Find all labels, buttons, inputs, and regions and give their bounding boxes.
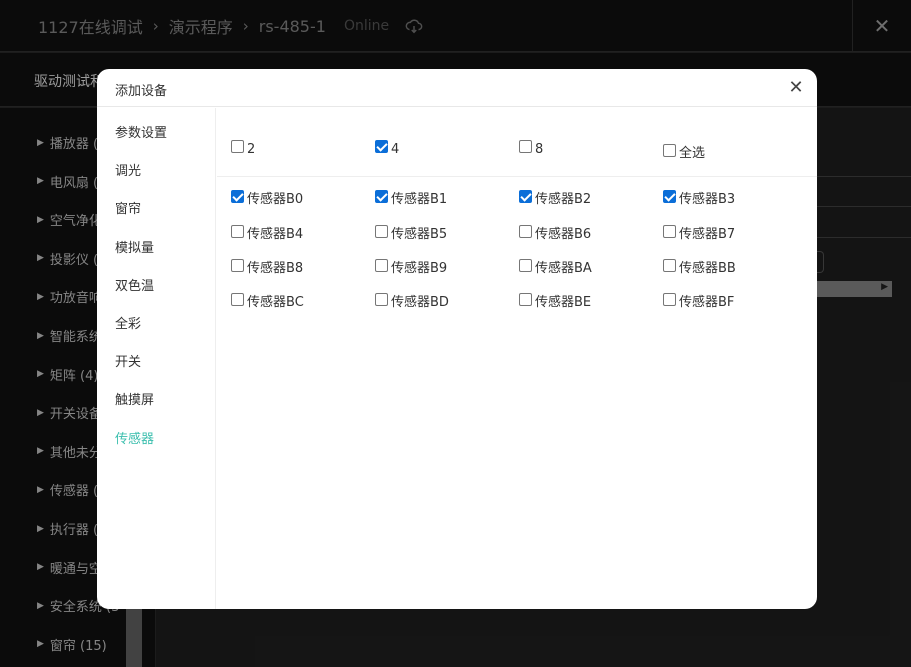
filter-checkbox[interactable]: 2 — [231, 138, 255, 157]
checkbox-label: 传感器B0 — [247, 192, 304, 207]
checkbox-label: 传感器BA — [535, 261, 592, 276]
sensor-checkbox[interactable]: 传感器B7 — [663, 219, 735, 242]
checkbox[interactable] — [663, 259, 676, 272]
dialog-nav: 参数设置调光窗帘模拟量双色温全彩开关触摸屏传感器 — [97, 108, 216, 609]
checkbox[interactable] — [663, 144, 676, 157]
sensor-checkbox[interactable]: 传感器B8 — [231, 253, 303, 276]
nav-item[interactable]: 触摸屏 — [115, 389, 154, 408]
checkbox-label: 4 — [391, 142, 400, 157]
dialog-content: 保存 248全选传感器B0传感器B1传感器B2传感器B3传感器B4传感器B5传感… — [217, 108, 817, 609]
checkbox-label: 传感器B7 — [679, 227, 736, 242]
sensor-checkbox[interactable]: 传感器B6 — [519, 219, 591, 242]
checkbox[interactable] — [519, 259, 532, 272]
checkbox[interactable] — [519, 140, 532, 153]
checkbox[interactable] — [375, 225, 388, 238]
sensor-checkbox[interactable]: 传感器B2 — [519, 184, 591, 207]
nav-item[interactable]: 传感器 — [115, 428, 154, 447]
sensor-checkbox[interactable]: 传感器B4 — [231, 219, 303, 242]
checkbox-label: 2 — [247, 142, 256, 157]
checkbox[interactable] — [375, 259, 388, 272]
checkbox-label: 传感器BB — [679, 261, 736, 276]
nav-item[interactable]: 开关 — [115, 351, 141, 370]
filter-checkbox[interactable]: 全选 — [663, 138, 705, 161]
checkbox-label: 传感器B6 — [535, 227, 592, 242]
checkbox[interactable] — [375, 293, 388, 306]
nav-item[interactable]: 调光 — [115, 160, 141, 179]
checkbox-label: 传感器B3 — [679, 192, 736, 207]
checkbox-label: 全选 — [679, 146, 706, 161]
sensor-checkbox[interactable]: 传感器BB — [663, 253, 736, 276]
checkbox-label: 传感器B9 — [391, 261, 448, 276]
checkbox[interactable] — [519, 190, 532, 203]
nav-item[interactable]: 参数设置 — [115, 122, 167, 141]
checkbox[interactable] — [231, 190, 244, 203]
checkbox-label: 传感器B8 — [247, 261, 304, 276]
checkbox-label: 传感器B2 — [535, 192, 592, 207]
dialog-title: 添加设备 — [115, 84, 168, 99]
checkbox-label: 传感器B4 — [247, 227, 304, 242]
checkbox[interactable] — [375, 140, 388, 153]
close-icon[interactable]: ✕ — [785, 77, 807, 99]
sensor-checkbox[interactable]: 传感器B0 — [231, 184, 303, 207]
sensor-checkbox[interactable]: 传感器BD — [375, 287, 449, 310]
sensor-checkbox[interactable]: 传感器BF — [663, 287, 734, 310]
checkbox[interactable] — [231, 259, 244, 272]
checkbox[interactable] — [231, 140, 244, 153]
sensor-checkbox[interactable]: 传感器BC — [231, 287, 304, 310]
checkbox-label: 传感器BD — [391, 295, 449, 310]
checkbox-label: 传感器B5 — [391, 227, 448, 242]
divider — [217, 176, 817, 177]
sensor-checkbox[interactable]: 传感器B9 — [375, 253, 447, 276]
checkbox-label: 传感器BE — [535, 295, 592, 310]
sensor-checkbox[interactable]: 传感器B1 — [375, 184, 447, 207]
filter-checkbox[interactable]: 4 — [375, 138, 399, 157]
nav-item[interactable]: 模拟量 — [115, 237, 154, 256]
checkbox-label: 8 — [535, 142, 544, 157]
checkbox[interactable] — [663, 225, 676, 238]
checkbox-label: 传感器BC — [247, 295, 304, 310]
sensor-checkbox[interactable]: 传感器BA — [519, 253, 592, 276]
sensor-checkbox[interactable]: 传感器B5 — [375, 219, 447, 242]
dialog-header: 添加设备 ✕ — [97, 69, 817, 107]
nav-item[interactable]: 窗帘 — [115, 198, 141, 217]
checkbox[interactable] — [231, 225, 244, 238]
nav-item[interactable]: 全彩 — [115, 313, 141, 332]
checkbox-label: 传感器BF — [679, 295, 735, 310]
add-device-dialog: 添加设备 ✕ 参数设置调光窗帘模拟量双色温全彩开关触摸屏传感器 保存 248全选… — [97, 69, 817, 609]
nav-item[interactable]: 双色温 — [115, 275, 154, 294]
checkbox[interactable] — [231, 293, 244, 306]
filter-checkbox[interactable]: 8 — [519, 138, 543, 157]
sensor-checkbox[interactable]: 传感器BE — [519, 287, 591, 310]
checkbox[interactable] — [519, 225, 532, 238]
checkbox[interactable] — [663, 190, 676, 203]
sensor-checkbox[interactable]: 传感器B3 — [663, 184, 735, 207]
checkbox[interactable] — [375, 190, 388, 203]
checkbox[interactable] — [663, 293, 676, 306]
checkbox[interactable] — [519, 293, 532, 306]
checkbox-label: 传感器B1 — [391, 192, 448, 207]
